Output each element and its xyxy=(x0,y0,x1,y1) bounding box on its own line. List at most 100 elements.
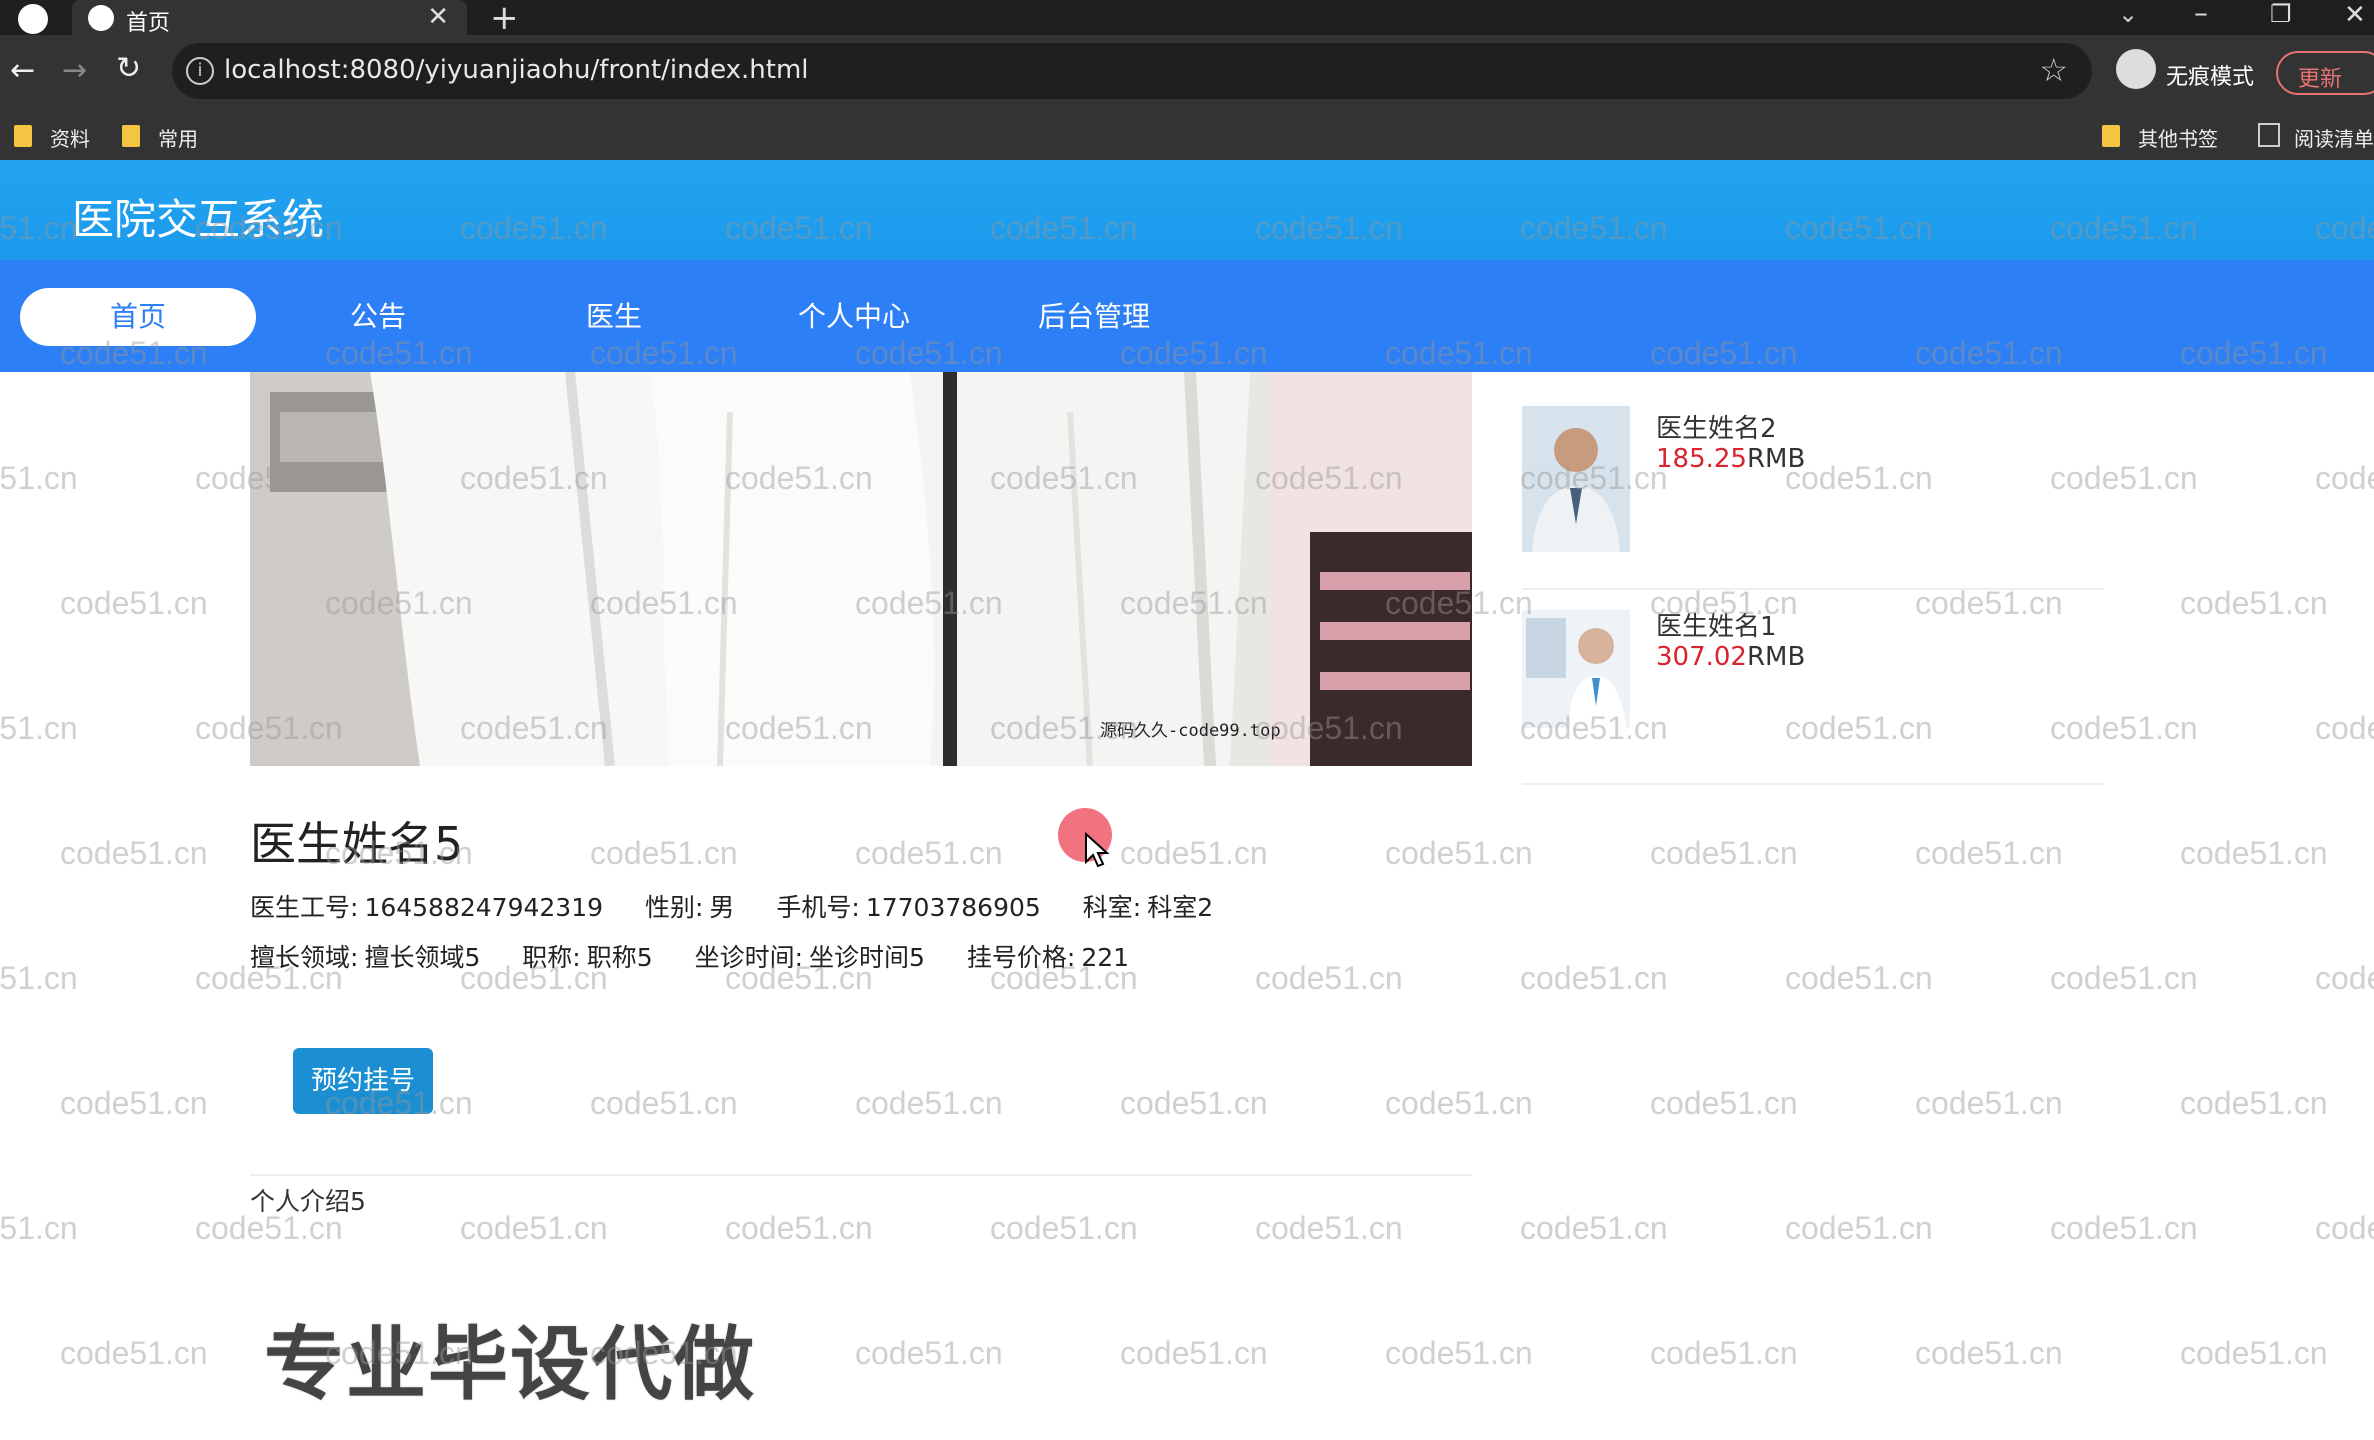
nav-home[interactable]: 首页 xyxy=(20,288,256,346)
info-icon[interactable]: i xyxy=(186,57,214,85)
folder-icon xyxy=(2102,125,2120,147)
nav-personal-center[interactable]: 个人中心 xyxy=(782,288,926,346)
url-text: localhost:8080/yiyuanjiaohu/front/index.… xyxy=(224,55,809,85)
watermark-text: code51.cn xyxy=(855,1085,1003,1121)
watermark-text: code51.cn xyxy=(1915,835,2063,871)
incognito-icon[interactable] xyxy=(2116,49,2156,89)
back-icon[interactable]: ← xyxy=(10,53,35,88)
minimize-icon[interactable]: – xyxy=(2194,0,2208,29)
watermark-text: code51.cn xyxy=(60,835,208,871)
watermark-text: code51.cn xyxy=(855,1335,1003,1371)
watermark-text: code51.cn xyxy=(2315,960,2374,996)
watermark-text: code51.cn xyxy=(1385,1335,1533,1371)
doctors-photo-graphic xyxy=(250,372,1472,766)
watermark-text: code51.cn xyxy=(2315,460,2374,496)
reload-icon[interactable]: ↻ xyxy=(116,51,141,86)
watermark-text: code51.cn xyxy=(855,835,1003,871)
side-doctor-card[interactable]: 医生姓名1 307.02RMB xyxy=(1522,590,2104,785)
watermark-text: code51.cn xyxy=(2050,960,2198,996)
bookmark-folder-changyong[interactable]: 常用 xyxy=(158,123,198,152)
side-doctor-price: 307.02RMB xyxy=(1656,642,1805,672)
specialty-value: 擅长领域5 xyxy=(364,943,481,972)
browser-tab[interactable]: 首页 ✕ xyxy=(72,0,467,36)
watermark-text: code51.cn xyxy=(2180,585,2328,621)
folder-icon xyxy=(122,125,140,147)
folder-icon xyxy=(14,125,32,147)
watermark-text: code51.cn xyxy=(2180,835,2328,871)
doctor-name: 医生姓名5 xyxy=(250,817,464,871)
watermark-text: code51.cn xyxy=(1520,960,1668,996)
watermark-text: code51.cn xyxy=(460,1210,608,1246)
forward-icon[interactable]: → xyxy=(62,53,87,88)
watermark-text: code51.cn xyxy=(1650,1085,1798,1121)
site-title: 医院交互系统 xyxy=(72,195,325,244)
watermark-text: code51.cn xyxy=(590,835,738,871)
watermark-text: code51.cn xyxy=(2180,1335,2328,1371)
watermark-text: code51.cn xyxy=(60,1335,208,1371)
watermark-text: code51.cn xyxy=(1255,960,1403,996)
nav-doctor[interactable]: 医生 xyxy=(554,288,674,346)
tab-title: 首页 xyxy=(126,11,171,36)
address-bar[interactable]: i localhost:8080/yiyuanjiaohu/front/inde… xyxy=(172,43,2092,99)
watermark-text: code51.cn xyxy=(1650,1335,1798,1371)
price-value: 185.25 xyxy=(1656,444,1747,474)
site-header: 医院交互系统 xyxy=(0,160,2374,260)
book-appointment-button[interactable]: 预约挂号 xyxy=(293,1048,433,1114)
watermark-text: code51.cn xyxy=(1915,1085,2063,1121)
side-doctor-list: 医生姓名2 185.25RMB 医生姓名1 307.02RMB xyxy=(1522,392,2104,785)
doctor-info-line-1: 医生工号: 164588247942319 性别: 男 手机号: 1770378690… xyxy=(250,888,1219,924)
side-doctor-card[interactable]: 医生姓名2 185.25RMB xyxy=(1522,392,2104,590)
hero-caption: 源码久久-code99.top xyxy=(1100,721,1281,741)
watermark-text: code51.cn xyxy=(0,1210,78,1246)
watermark-text: code51.cn xyxy=(1520,1210,1668,1246)
watermark-text: code51.cn xyxy=(1385,1085,1533,1121)
nav-notice[interactable]: 公告 xyxy=(318,288,438,346)
reading-list[interactable]: 阅读清单 xyxy=(2294,123,2374,152)
watermark-text: code51.cn xyxy=(725,1210,873,1246)
mouse-cursor-icon xyxy=(1085,832,1110,868)
browser-toolbar: ← → ↻ i localhost:8080/yiyuanjiaohu/fron… xyxy=(0,35,2374,115)
price-value: 307.02 xyxy=(1656,642,1747,672)
dept-value: 科室2 xyxy=(1147,893,1214,922)
bookmark-folder-ziliao[interactable]: 资料 xyxy=(50,123,90,152)
watermark-text: code51.cn xyxy=(2180,1085,2328,1121)
window-close-icon[interactable]: ✕ xyxy=(2344,0,2366,30)
doctor-avatar xyxy=(1522,406,1630,552)
watermark-text: code51.cn xyxy=(0,710,78,746)
watermark-text: code51.cn xyxy=(60,1085,208,1121)
gender-value: 男 xyxy=(709,893,735,922)
price-unit: RMB xyxy=(1746,642,1806,672)
watermark-text: code51.cn xyxy=(1255,1210,1403,1246)
browser-menu-icon[interactable] xyxy=(18,4,48,34)
star-icon[interactable]: ☆ xyxy=(2039,51,2068,89)
chevron-down-icon[interactable]: ⌄ xyxy=(2118,0,2138,28)
new-tab-icon[interactable]: + xyxy=(490,0,519,38)
doctor-intro: 个人介绍5 xyxy=(250,1187,366,1216)
title-value: 职称5 xyxy=(586,943,653,972)
watermark-text: code51.cn xyxy=(590,1085,738,1121)
promo-overlay-text: 专业毕设代做 xyxy=(264,1318,756,1411)
gender-label: 性别: xyxy=(644,893,704,922)
phone-value: 17703786905 xyxy=(865,893,1041,922)
fee-value: 221 xyxy=(1081,943,1130,972)
watermark-text: code51.cn xyxy=(1785,960,1933,996)
watermark-text: code51.cn xyxy=(2315,710,2374,746)
schedule-label: 坐诊时间: xyxy=(694,943,804,972)
doctor-id-value: 164588247942319 xyxy=(364,893,604,922)
divider xyxy=(250,1174,1472,1176)
other-bookmarks[interactable]: 其他书签 xyxy=(2138,123,2218,152)
update-button[interactable]: 更新 xyxy=(2276,51,2374,95)
doctor-avatar-graphic xyxy=(1522,406,1630,552)
close-icon[interactable]: ✕ xyxy=(427,2,449,32)
bookmarks-bar: 资料 常用 其他书签 阅读清单 xyxy=(0,115,2374,160)
doctor-avatar-graphic xyxy=(1522,610,1630,728)
restore-icon[interactable]: ❐ xyxy=(2270,0,2292,28)
watermark-text: code51.cn xyxy=(2315,1210,2374,1246)
globe-icon xyxy=(88,5,114,31)
fee-label: 挂号价格: xyxy=(966,943,1076,972)
dept-label: 科室: xyxy=(1082,893,1142,922)
nav-admin[interactable]: 后台管理 xyxy=(1022,288,1166,346)
reading-list-icon xyxy=(2258,123,2280,147)
watermark-text: code51.cn xyxy=(2050,1210,2198,1246)
watermark-text: code51.cn xyxy=(1915,1335,2063,1371)
